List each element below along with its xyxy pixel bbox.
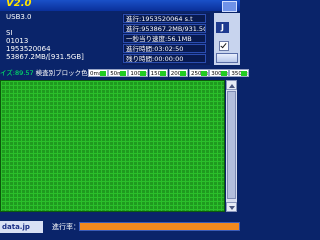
- stat-bytes: 進行:953867.2MB/931.5GB: [123, 24, 206, 33]
- legend-swatch: [240, 71, 247, 76]
- minimize-button[interactable]: [222, 1, 237, 12]
- legend-swatch: [200, 71, 207, 76]
- status-bar: data.jp 進行率：: [0, 218, 240, 240]
- legend-swatch: [160, 71, 167, 76]
- scan-block-grid: [0, 80, 225, 212]
- option-checkbox[interactable]: [219, 41, 229, 51]
- grid-scrollbar[interactable]: [226, 80, 237, 212]
- window-title: V2.0: [6, 0, 32, 9]
- legend-item: 0ms: [88, 69, 108, 77]
- scroll-down-button[interactable]: [226, 202, 237, 212]
- stat-remaining-time: 残り時間:00:00:00: [123, 54, 206, 63]
- legend-swatch: [220, 71, 227, 76]
- progress-label: 進行率：: [52, 223, 80, 231]
- legend-swatch: [180, 71, 187, 76]
- legend-swatch: [99, 71, 106, 76]
- legend-swatch: [119, 71, 126, 76]
- side-action-button[interactable]: [216, 53, 238, 63]
- scroll-thumb[interactable]: [227, 91, 236, 199]
- stats-panel: 進行:1953520064 s.t 進行:953867.2MB/931.5GB …: [122, 13, 210, 65]
- drive-info-line: USB3.0: [6, 13, 32, 21]
- app-window: V2.0 USB3.0 SI 01013 1953520064 53867.2M…: [0, 0, 249, 240]
- block-size-readout: イズ:89.57: [0, 69, 34, 77]
- legend-item: 300ms: [209, 69, 229, 77]
- progress-fill: [80, 223, 239, 230]
- legend-item: 150ms: [148, 69, 169, 77]
- drive-info-line: 53867.2MB/[931.5GB]: [6, 53, 84, 61]
- drive-info-panel: USB3.0 SI 01013 1953520064 53867.2MB/[93…: [0, 13, 118, 64]
- side-panel: J: [214, 13, 240, 65]
- drive-letter-badge: J: [216, 22, 229, 33]
- website-link[interactable]: data.jp: [0, 221, 43, 233]
- legend-item: 100ms: [128, 69, 148, 77]
- legend-item: 200ms: [168, 69, 189, 77]
- stat-elapsed-time: 進行時間:03:02:50: [123, 44, 206, 53]
- stat-speed: 一秒当り速度:56.1MB: [123, 34, 206, 43]
- legend-swatch: [139, 71, 146, 76]
- title-bar: V2.0: [0, 0, 240, 12]
- block-color-legend: イズ:89.57 検査別ブロック色分け： 0ms50ms100ms150ms20…: [0, 69, 249, 78]
- legend-item: 350ms: [229, 69, 249, 77]
- stat-sectors: 進行:1953520064 s.t: [123, 14, 206, 23]
- legend-item: 250ms: [189, 69, 209, 77]
- scroll-up-button[interactable]: [226, 80, 237, 90]
- progress-bar: [79, 222, 240, 231]
- legend-item: 50ms: [108, 69, 128, 77]
